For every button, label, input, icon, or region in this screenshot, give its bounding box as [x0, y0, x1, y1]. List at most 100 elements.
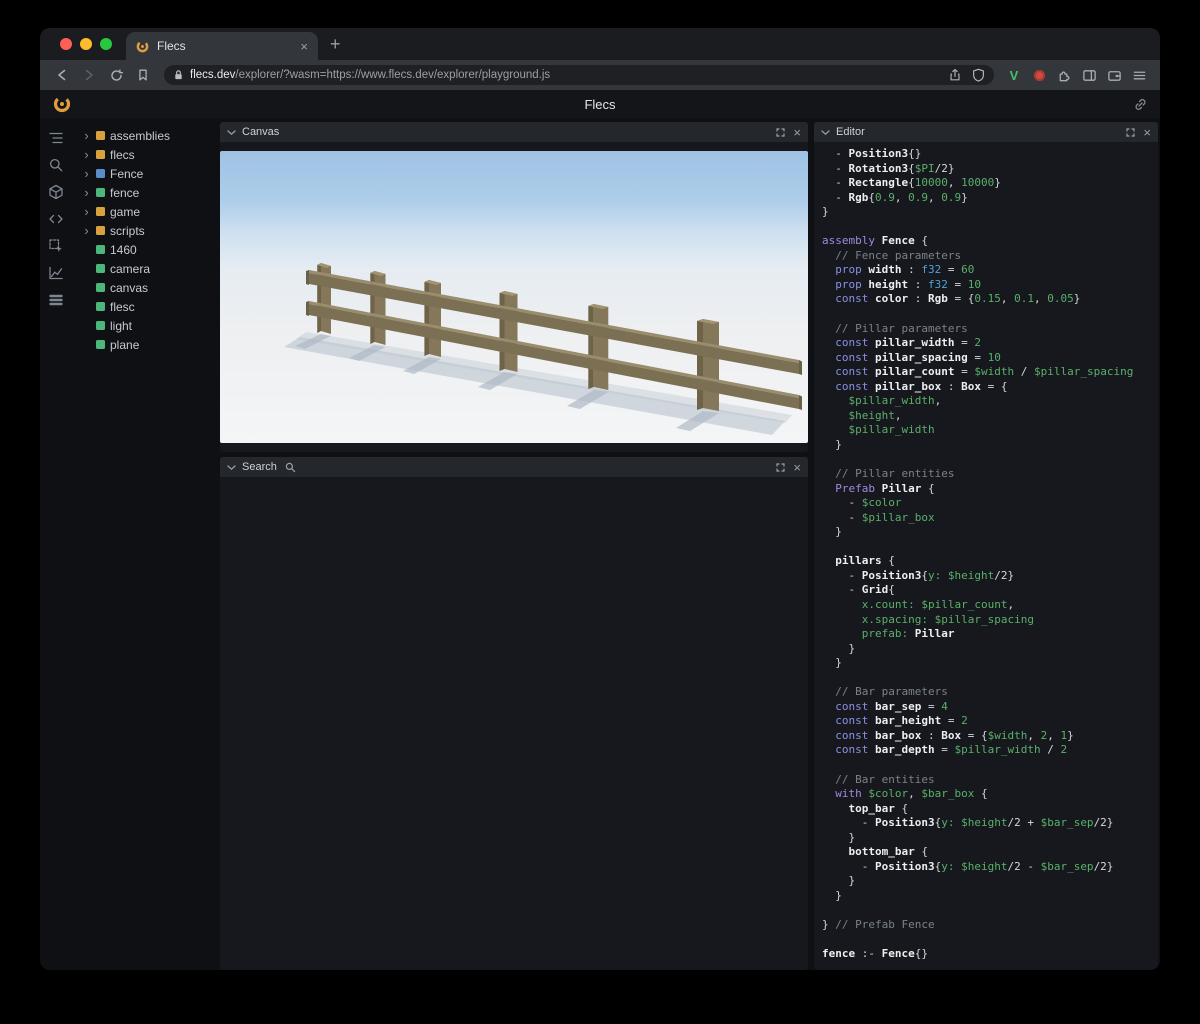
- tree-item-light[interactable]: light: [72, 316, 218, 335]
- rail-search-icon[interactable]: [46, 157, 66, 173]
- editor-code[interactable]: - Position3{} - Rotation3{$PI/2} - Recta…: [814, 142, 1158, 970]
- code-line: }: [822, 205, 1150, 220]
- url-path: /explorer/?wasm=https://www.flecs.dev/ex…: [235, 69, 550, 81]
- code-line: }: [822, 889, 1150, 904]
- code-line: const bar_box : Box = {$width, 2, 1}: [822, 729, 1150, 744]
- canvas-3d-scene[interactable]: [220, 151, 808, 443]
- rail-entities-cube-icon[interactable]: [46, 184, 66, 200]
- tree-item-canvas[interactable]: canvas: [72, 278, 218, 297]
- code-line: // Fence parameters: [822, 249, 1150, 264]
- sidebar-toggle-icon[interactable]: [1078, 64, 1100, 86]
- rail-chart-icon[interactable]: [46, 265, 66, 281]
- app-header: Flecs: [40, 90, 1160, 118]
- bookmark-icon[interactable]: [131, 64, 155, 86]
- code-line: // Pillar entities: [822, 467, 1150, 482]
- entity-label: light: [110, 319, 132, 333]
- expand-panel-icon[interactable]: [776, 463, 785, 472]
- collapse-chevron-icon[interactable]: [227, 458, 236, 476]
- tab-favicon-flecs-icon: [136, 40, 149, 53]
- rail-code-icon[interactable]: [46, 211, 66, 227]
- code-line: [822, 540, 1150, 555]
- search-panel-title: Search: [242, 461, 277, 473]
- url-bar[interactable]: flecs.dev/explorer/?wasm=https://www.fle…: [164, 65, 994, 85]
- menu-hamburger-icon[interactable]: [1128, 64, 1150, 86]
- expand-arrow-icon[interactable]: ›: [82, 224, 91, 237]
- editor-panel-header[interactable]: Editor ×: [814, 122, 1158, 142]
- search-panel-header[interactable]: Search ×: [220, 457, 808, 477]
- close-panel-icon[interactable]: ×: [793, 461, 801, 474]
- tree-item-plane[interactable]: plane: [72, 335, 218, 354]
- entity-label: game: [110, 205, 140, 219]
- entity-color-square: [96, 207, 105, 216]
- wallet-icon[interactable]: [1103, 64, 1125, 86]
- app-main: ›assemblies›flecs›Fence›fence›game›scrip…: [40, 118, 1160, 970]
- expand-panel-icon[interactable]: [1126, 128, 1135, 137]
- expand-arrow-icon[interactable]: ›: [82, 167, 91, 180]
- tree-item-game[interactable]: › game: [72, 202, 218, 221]
- code-line: const bar_height = 2: [822, 714, 1150, 729]
- code-line: const pillar_count = $width / $pillar_sp…: [822, 365, 1150, 380]
- forward-button[interactable]: [77, 64, 101, 86]
- code-line: }: [822, 656, 1150, 671]
- close-panel-icon[interactable]: ×: [793, 126, 801, 139]
- tab-close-icon[interactable]: ×: [300, 40, 308, 53]
- reload-button[interactable]: [104, 64, 128, 86]
- code-line: // Bar parameters: [822, 685, 1150, 700]
- code-line: assembly Fence {: [822, 234, 1150, 249]
- tree-item-assemblies[interactable]: ›assemblies: [72, 126, 218, 145]
- tree-item-1460[interactable]: 1460: [72, 240, 218, 259]
- share-link-icon[interactable]: [1133, 97, 1148, 112]
- code-line: x.spacing: $pillar_spacing: [822, 613, 1150, 628]
- tree-item-flesc[interactable]: flesc: [72, 297, 218, 316]
- code-line: [822, 220, 1150, 235]
- share-icon[interactable]: [948, 68, 962, 82]
- rail-inspect-icon[interactable]: [46, 238, 66, 254]
- page-title: Flecs: [40, 97, 1160, 112]
- rail-rows-icon[interactable]: [46, 292, 66, 308]
- collapse-chevron-icon[interactable]: [821, 123, 830, 141]
- entity-color-square: [96, 169, 105, 178]
- browser-tab-flecs[interactable]: Flecs ×: [126, 32, 318, 60]
- extensions-puzzle-icon[interactable]: [1053, 64, 1075, 86]
- expand-arrow-icon[interactable]: ›: [82, 205, 91, 218]
- code-line: [822, 452, 1150, 467]
- close-window-button[interactable]: [60, 38, 72, 50]
- canvas-panel-title: Canvas: [242, 126, 279, 138]
- entity-label: 1460: [110, 243, 137, 257]
- canvas-panel: Canvas ×: [220, 122, 808, 452]
- code-line: }: [822, 874, 1150, 889]
- extension-v-icon[interactable]: V: [1003, 64, 1025, 86]
- entity-label: scripts: [110, 224, 145, 238]
- expand-arrow-icon[interactable]: ›: [82, 148, 91, 161]
- code-line: [822, 307, 1150, 322]
- tree-item-fence[interactable]: ›fence: [72, 183, 218, 202]
- canvas-panel-header[interactable]: Canvas ×: [220, 122, 808, 142]
- code-line: top_bar {: [822, 802, 1150, 817]
- tree-item-camera[interactable]: camera: [72, 259, 218, 278]
- code-line: $pillar_width: [822, 423, 1150, 438]
- entity-color-square: [96, 283, 105, 292]
- tree-item-flecs[interactable]: ›flecs: [72, 145, 218, 164]
- minimize-window-button[interactable]: [80, 38, 92, 50]
- expand-arrow-icon[interactable]: ›: [82, 129, 91, 142]
- rail-outline-icon[interactable]: [46, 130, 66, 146]
- entity-color-square: [96, 150, 105, 159]
- collapse-chevron-icon[interactable]: [227, 123, 236, 141]
- canvas-content: [220, 142, 808, 452]
- new-tab-button[interactable]: +: [330, 35, 341, 53]
- brave-shield-icon[interactable]: [972, 68, 985, 82]
- close-panel-icon[interactable]: ×: [1143, 126, 1151, 139]
- expand-panel-icon[interactable]: [776, 128, 785, 137]
- extension-red-icon[interactable]: [1028, 64, 1050, 86]
- tree-item-Fence[interactable]: ›Fence: [72, 164, 218, 183]
- code-line: }: [822, 438, 1150, 453]
- entity-color-square: [96, 245, 105, 254]
- back-button[interactable]: [50, 64, 74, 86]
- entity-color-square: [96, 321, 105, 330]
- search-results-area[interactable]: [220, 477, 808, 970]
- tree-item-scripts[interactable]: › scripts: [72, 221, 218, 240]
- expand-arrow-icon[interactable]: ›: [82, 186, 91, 199]
- code-line: prefab: Pillar: [822, 627, 1150, 642]
- code-line: x.count: $pillar_count,: [822, 598, 1150, 613]
- maximize-window-button[interactable]: [100, 38, 112, 50]
